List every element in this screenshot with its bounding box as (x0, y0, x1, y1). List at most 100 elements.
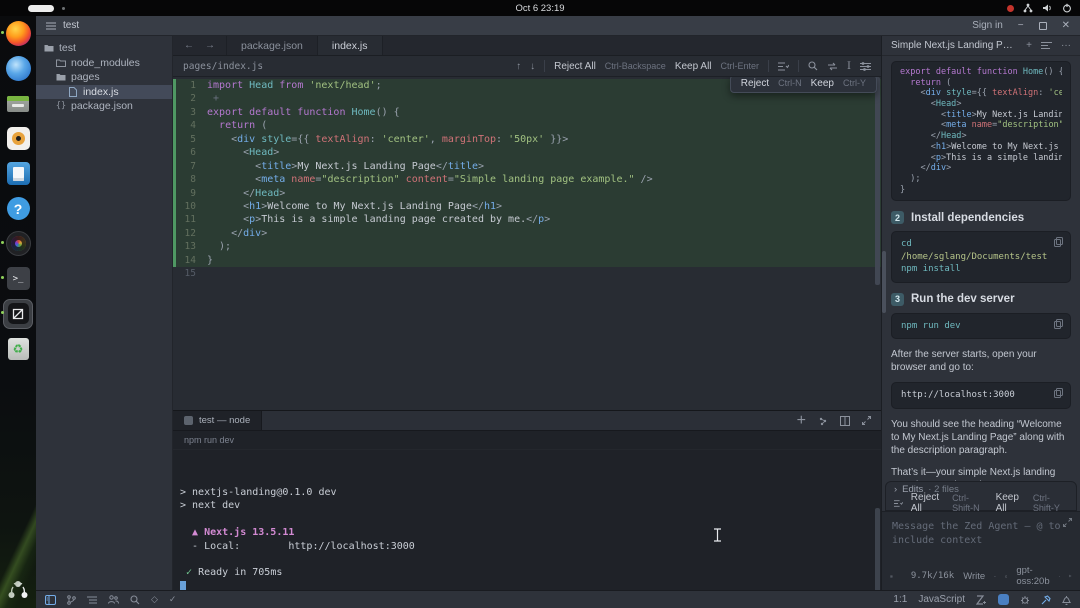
edits-keep-kbd: Ctrl-Shift-Y (1033, 493, 1068, 513)
agent-thread-title[interactable]: Simple Next.js Landing Page Example (891, 40, 1017, 51)
dock-music-icon[interactable] (0, 121, 36, 156)
search-status-icon[interactable] (130, 595, 140, 605)
keep-hunk-button[interactable]: Keep (811, 77, 834, 90)
agent-menu-icon[interactable]: ··· (1061, 40, 1071, 51)
reject-all-button[interactable]: Reject All (554, 61, 596, 72)
dock-files-icon[interactable] (0, 86, 36, 121)
agent-paragraph-done: That’s it—your simple Next.js landing pa… (891, 466, 1071, 481)
assistant-status-icon[interactable] (998, 594, 1009, 605)
diagnostics-icon[interactable]: ◇ (151, 594, 158, 605)
tree-item-package.json[interactable]: {}package.json (36, 99, 172, 114)
mode-selector[interactable]: Write (963, 571, 985, 582)
app-grid-icon[interactable] (0, 580, 36, 602)
filter-sliders-icon[interactable] (860, 62, 871, 71)
agent-scrollbar[interactable] (882, 251, 886, 313)
keep-all-button[interactable]: Keep All (675, 61, 712, 72)
nav-forward-icon[interactable]: → (205, 40, 215, 51)
replace-icon[interactable] (827, 62, 838, 71)
nav-back-icon[interactable]: ← (184, 40, 194, 51)
terminal-breadcrumb[interactable]: npm run dev (173, 431, 881, 450)
edits-expand-chevron[interactable]: › (894, 484, 897, 495)
system-clock[interactable]: Oct 6 23:19 (0, 0, 1080, 16)
model-selector[interactable]: gpt-oss:20b (1016, 565, 1049, 587)
system-tray[interactable] (1007, 0, 1072, 16)
git-branch-icon[interactable] (67, 595, 76, 605)
review-edits-icon[interactable] (894, 499, 903, 508)
terminal-tab-icon (184, 416, 193, 425)
next-hunk-icon[interactable]: ↓ (530, 61, 535, 72)
localhost-url[interactable]: http://localhost:3000 (901, 390, 1015, 400)
agent-conversation[interactable]: export default function Home() { return … (882, 56, 1080, 481)
tab-package.json[interactable]: package.json (227, 36, 318, 55)
tab-index.js[interactable]: index.js (318, 36, 383, 55)
composer-placeholder: Message the Zed Agent — @ to include con… (892, 520, 1062, 548)
terminal-line: - Local: http://localhost:3000 (180, 540, 881, 553)
tree-item-label: pages (71, 71, 100, 83)
selection-icon[interactable]: I (847, 61, 851, 72)
tree-item-test[interactable]: test (36, 41, 172, 56)
editor-scrollbar[interactable] (875, 77, 880, 285)
tree-item-pages[interactable]: pages (36, 70, 172, 85)
composer-settings-icon[interactable] (890, 571, 893, 582)
reject-all-kbd: Ctrl-Backspace (605, 61, 666, 71)
expand-composer-icon[interactable] (1063, 518, 1072, 527)
edits-bar: › Edits · 2 files Reject All Ctrl-Shift-… (885, 481, 1077, 511)
review-list-icon[interactable] (778, 62, 789, 71)
dock-firefox-icon[interactable] (0, 16, 36, 51)
terminal-tab[interactable]: test — node (173, 411, 262, 430)
code-editor[interactable]: Reject Ctrl-N Keep Ctrl-Y 1import Head f… (173, 77, 881, 410)
dock-writer-icon[interactable] (0, 156, 36, 191)
terminal-options-icon[interactable] (818, 416, 828, 426)
terminal-output[interactable]: > nextjs-landing@0.1.0 dev> next dev ▲ N… (173, 450, 881, 590)
notification-bell-icon[interactable] (1062, 595, 1071, 605)
prev-hunk-icon[interactable]: ↑ (516, 61, 521, 72)
outline-icon[interactable] (87, 596, 97, 604)
hunk-popup: Reject Ctrl-N Keep Ctrl-Y (730, 77, 877, 93)
dock-thunderbird-icon[interactable] (0, 51, 36, 86)
sign-in-button[interactable]: Sign in (972, 20, 1003, 31)
agent-panel: Simple Next.js Landing Page Example + ··… (881, 36, 1080, 590)
copy-icon[interactable] (1054, 319, 1063, 329)
debugger-icon[interactable] (1020, 595, 1030, 605)
edit-prediction-icon[interactable] (976, 595, 987, 605)
search-icon[interactable] (808, 61, 818, 71)
message-composer[interactable]: Message the Zed Agent — @ to include con… (882, 511, 1080, 590)
editor-tab-bar: ← → package.jsonindex.js (173, 36, 881, 56)
preview-code-line: <Head> (900, 99, 1062, 110)
send-message-icon[interactable] (1069, 571, 1072, 581)
project-panel-toggle-icon[interactable] (45, 595, 56, 605)
copy-icon[interactable] (1054, 388, 1063, 398)
split-pane-icon[interactable] (840, 416, 850, 426)
agent-paragraph-browser: After the server starts, open your brows… (891, 348, 1071, 374)
restore-button[interactable] (1039, 22, 1047, 30)
app-menu-button[interactable]: test (46, 20, 79, 31)
minimize-button[interactable]: − (1018, 20, 1024, 31)
step-number-badge: 3 (891, 293, 904, 306)
code-line: 11 <p>This is a simple landing page crea… (173, 213, 881, 226)
thread-history-icon[interactable] (1041, 41, 1052, 50)
tree-item-index.js[interactable]: index.js (36, 85, 172, 100)
language-selector[interactable]: JavaScript (918, 594, 965, 605)
diagnostics-check-icon[interactable]: ✓ (169, 594, 177, 605)
copy-icon[interactable] (1054, 237, 1063, 247)
terminal-scrollbar[interactable] (875, 508, 880, 590)
cursor-position[interactable]: 1:1 (893, 594, 907, 605)
code-line: 15 (173, 267, 881, 280)
breadcrumb[interactable]: pages/index.js (183, 61, 263, 72)
dock-trash-icon[interactable]: ♻ (0, 331, 36, 366)
dock-recorder-icon[interactable] (0, 226, 36, 261)
dock-zed-icon[interactable] (0, 296, 36, 331)
expand-terminal-icon[interactable] (862, 416, 871, 425)
reject-hunk-button[interactable]: Reject (741, 77, 769, 90)
new-terminal-button[interactable]: + (797, 412, 806, 430)
collab-people-icon[interactable] (108, 595, 119, 604)
dock-terminal-icon[interactable]: >_ (0, 261, 36, 296)
close-button[interactable]: ✕ (1062, 20, 1070, 31)
dock-help-icon[interactable]: ? (0, 191, 36, 226)
token-count: 9.7k/16k (911, 571, 954, 581)
new-thread-button[interactable]: + (1026, 40, 1032, 51)
tree-item-label: node_modules (71, 57, 140, 69)
tools-icon[interactable] (1041, 595, 1051, 605)
preview-code-line: } (900, 185, 1062, 196)
tree-item-node_modules[interactable]: node_modules (36, 56, 172, 71)
